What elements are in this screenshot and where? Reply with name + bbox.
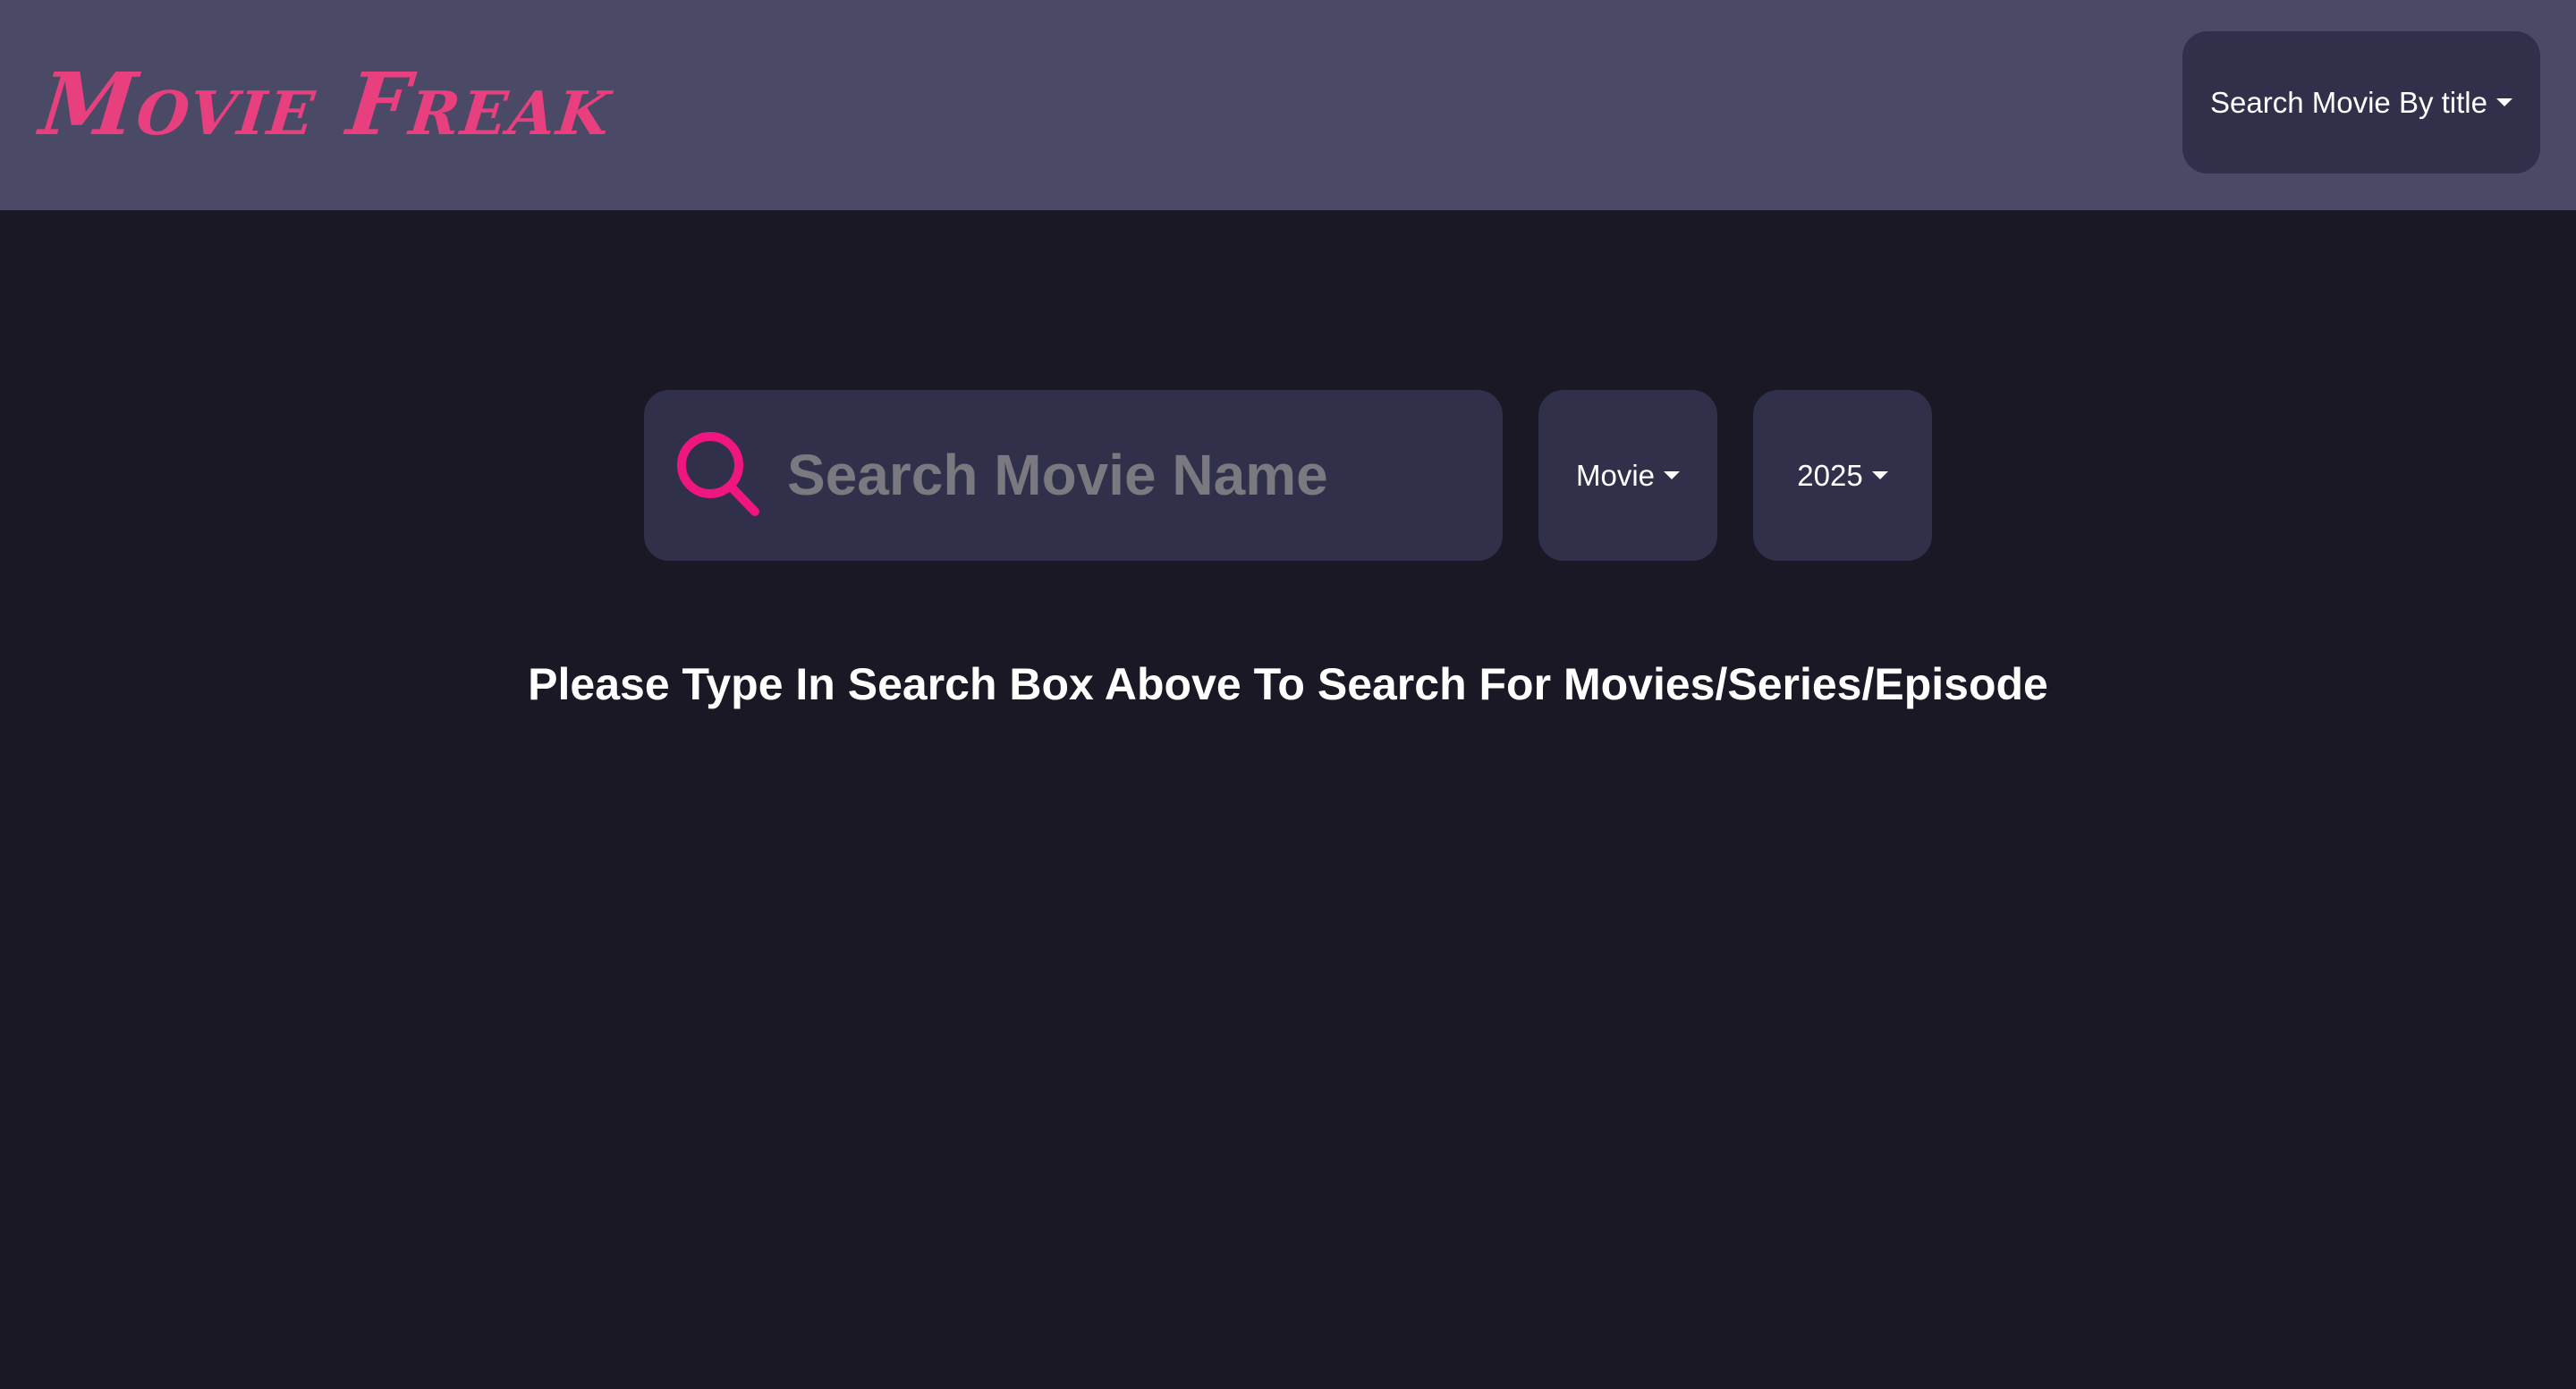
caret-down-icon [2496,98,2512,106]
site-header: Movie Freak Search Movie By title [0,0,2576,210]
search-box[interactable] [644,390,1503,561]
type-dropdown[interactable]: Movie [1538,390,1717,561]
caret-down-icon [1871,471,1888,479]
year-dropdown-label: 2025 [1797,458,1863,492]
search-mode-dropdown[interactable]: Search Movie By title [2182,31,2540,174]
year-dropdown[interactable]: 2025 [1753,390,1932,561]
empty-state-message: Please Type In Search Box Above To Searc… [528,659,2048,709]
search-input[interactable] [787,426,1476,524]
search-icon [677,432,759,516]
caret-down-icon [1664,471,1681,479]
type-dropdown-label: Movie [1575,458,1656,492]
site-logo[interactable]: Movie Freak [36,54,617,155]
search-mode-label: Search Movie By title [2210,85,2487,119]
